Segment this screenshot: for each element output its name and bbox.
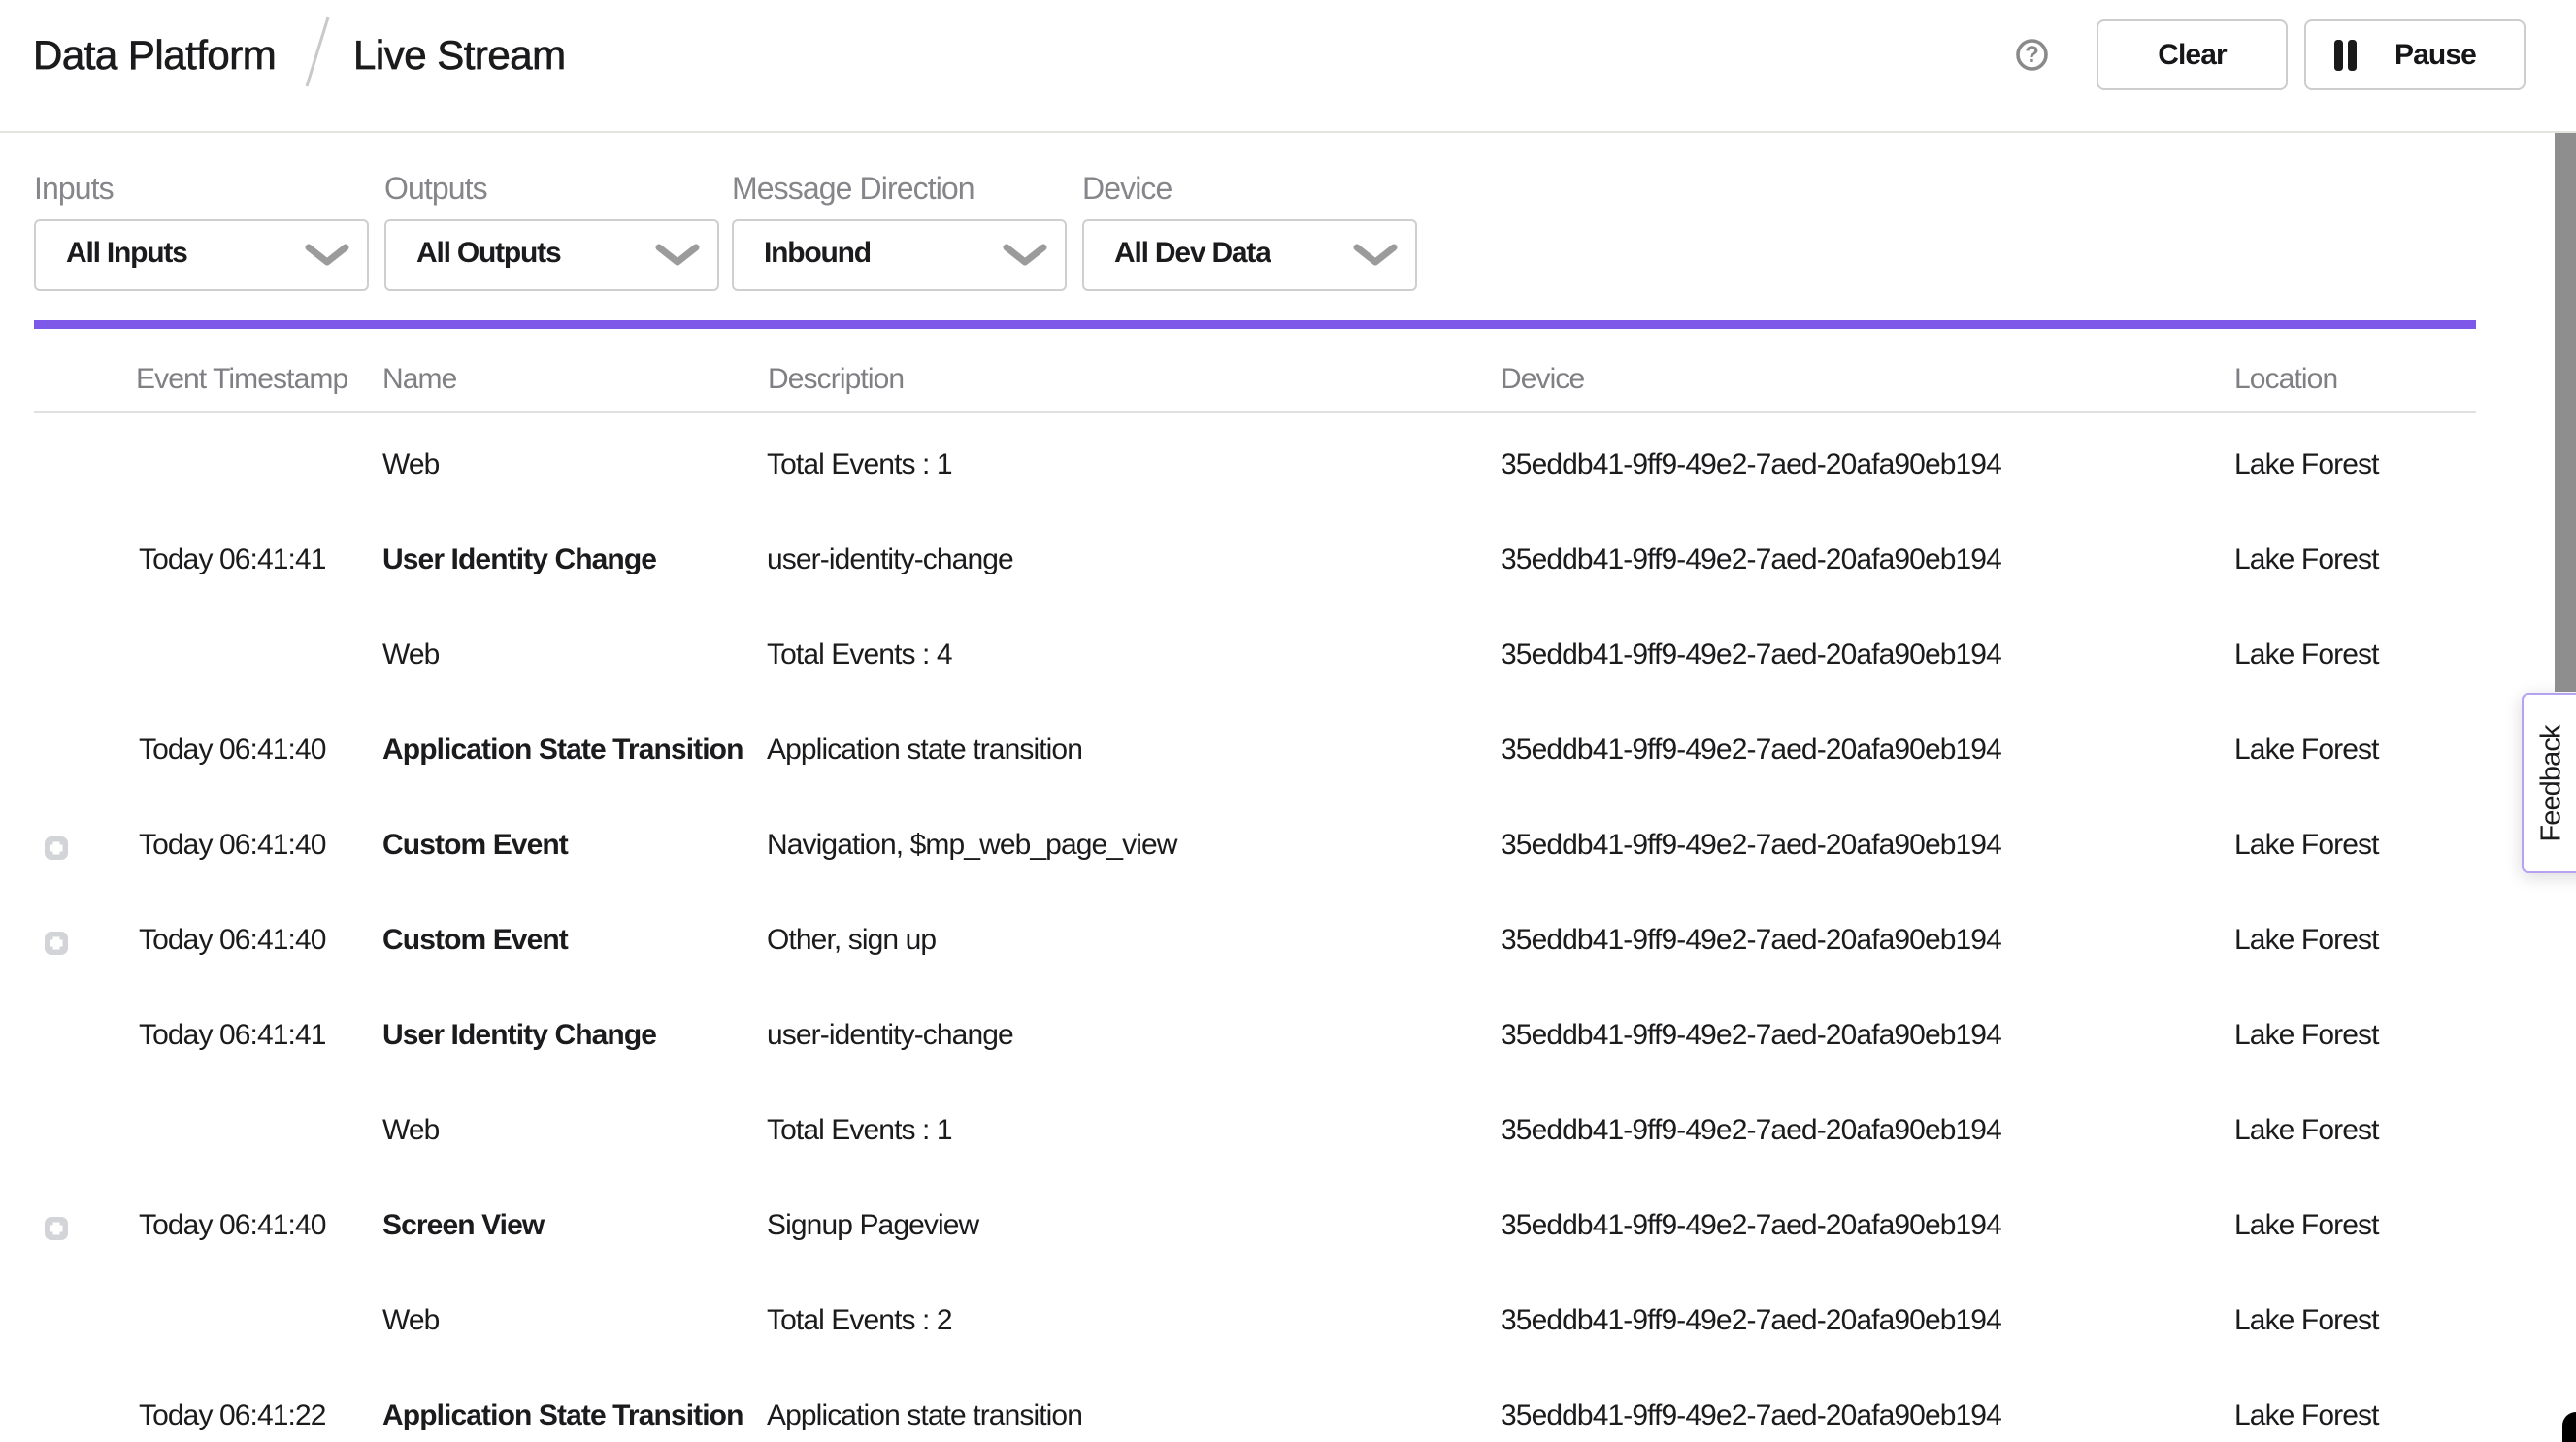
svg-text:?: ?: [2025, 42, 2039, 68]
